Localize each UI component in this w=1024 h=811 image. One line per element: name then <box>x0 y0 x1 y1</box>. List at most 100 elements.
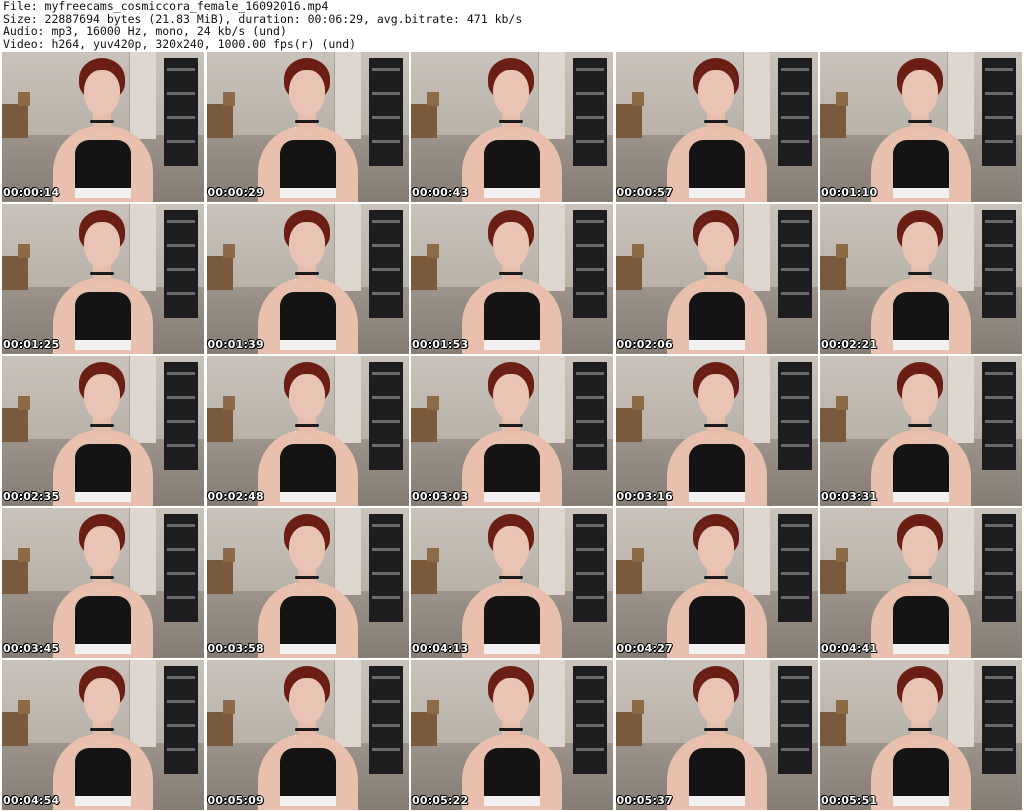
thumbnail-timestamp: 00:05:22 <box>412 794 469 807</box>
thumbnail-timestamp: 00:03:16 <box>616 490 673 503</box>
thumbnail-box <box>820 396 848 442</box>
person-face <box>493 70 529 116</box>
audio-info-line: Audio: mp3, 16000 Hz, mono, 24 kb/s (und… <box>3 24 287 38</box>
video-thumbnail: 00:00:14 <box>2 52 204 202</box>
person-top-band <box>279 492 336 502</box>
person-top-band <box>688 340 745 350</box>
thumbnail-shelf <box>573 514 607 622</box>
person-face <box>902 222 938 268</box>
person-face <box>697 222 734 268</box>
video-thumbnail: 00:03:16 <box>615 356 818 506</box>
thumbnail-timestamp: 00:00:57 <box>616 186 673 199</box>
thumbnail-person <box>861 210 981 354</box>
thumbnail-person <box>43 58 163 202</box>
person-top-band <box>484 644 540 654</box>
thumbnail-timestamp: 00:02:48 <box>207 490 264 503</box>
video-thumbnail: 00:00:29 <box>206 52 409 202</box>
person-face <box>902 374 938 420</box>
thumbnail-box <box>615 396 644 442</box>
thumbnail-box <box>206 92 235 138</box>
person-choker <box>90 120 114 123</box>
thumbnail-timestamp: 00:03:31 <box>821 490 878 503</box>
person-choker <box>90 272 114 275</box>
thumbnail-box <box>411 548 439 594</box>
thumbnail-shelf <box>573 362 607 470</box>
thumbnail-box <box>206 396 235 442</box>
thumbnail-timestamp: 00:01:25 <box>3 338 60 351</box>
thumbnail-person <box>248 666 368 810</box>
thumbnail-person <box>657 514 777 658</box>
thumbnail-box <box>2 700 30 746</box>
person-face <box>84 678 120 724</box>
thumbnail-shelf <box>777 514 812 622</box>
thumbnail-box <box>615 700 644 746</box>
thumbnail-timestamp: 00:00:14 <box>3 186 60 199</box>
thumbnail-box <box>615 548 644 594</box>
video-thumbnail: 00:04:54 <box>2 660 204 810</box>
thumbnail-person <box>657 58 777 202</box>
thumbnail-timestamp: 00:01:53 <box>412 338 469 351</box>
person-face <box>697 374 734 420</box>
person-choker <box>703 120 728 123</box>
thumbnail-person <box>861 362 981 506</box>
thumbnail-shelf <box>573 210 607 318</box>
person-top-band <box>279 340 336 350</box>
thumbnail-person <box>248 514 368 658</box>
thumbnail-timestamp: 00:02:35 <box>3 490 60 503</box>
person-choker <box>908 272 932 275</box>
thumbnail-person <box>452 58 572 202</box>
thumbnail-box <box>2 92 30 138</box>
person-choker <box>499 576 523 579</box>
person-face <box>493 526 529 572</box>
person-face <box>288 374 325 420</box>
person-top-band <box>893 340 949 350</box>
thumbnail-shelf <box>368 58 403 166</box>
video-thumbnail: 00:00:43 <box>411 52 613 202</box>
thumbnail-timestamp: 00:01:10 <box>821 186 878 199</box>
video-thumbnail: 00:02:48 <box>206 356 409 506</box>
video-thumbnail: 00:03:03 <box>411 356 613 506</box>
thumbnail-person <box>861 58 981 202</box>
thumbnail-box <box>820 92 848 138</box>
thumbnail-box <box>206 244 235 290</box>
thumbnail-person <box>248 210 368 354</box>
person-top-band <box>279 796 336 806</box>
thumbnail-shelf <box>573 666 607 774</box>
person-face <box>84 222 120 268</box>
thumbnail-timestamp: 00:02:06 <box>616 338 673 351</box>
video-thumbnail: 00:05:09 <box>206 660 409 810</box>
thumbnail-person <box>43 362 163 506</box>
thumbnail-shelf <box>164 210 198 318</box>
person-top-band <box>484 492 540 502</box>
person-choker <box>499 120 523 123</box>
person-top-band <box>893 492 949 502</box>
person-face <box>84 526 120 572</box>
thumbnail-timestamp: 00:02:21 <box>821 338 878 351</box>
person-choker <box>703 424 728 427</box>
person-top-band <box>688 188 745 198</box>
thumbnail-person <box>452 666 572 810</box>
thumbnail-box <box>820 548 848 594</box>
person-top-band <box>279 188 336 198</box>
thumbnail-box <box>2 396 30 442</box>
person-choker <box>908 728 932 731</box>
thumbnail-timestamp: 00:05:09 <box>207 794 264 807</box>
thumbnail-shelf <box>982 210 1016 318</box>
file-name-line: File: myfreecams_cosmiccora_female_16092… <box>3 0 329 13</box>
person-face <box>84 374 120 420</box>
thumbnail-shelf <box>368 666 403 774</box>
person-choker <box>294 120 319 123</box>
thumbnail-person <box>452 210 572 354</box>
video-thumbnail: 00:03:45 <box>2 508 204 658</box>
thumbnail-timestamp: 00:00:43 <box>412 186 469 199</box>
person-top-band <box>75 340 131 350</box>
thumbnail-timestamp: 00:04:13 <box>412 642 469 655</box>
person-face <box>697 678 734 724</box>
thumbnail-shelf <box>777 666 812 774</box>
thumbnail-shelf <box>982 362 1016 470</box>
video-thumbnail: 00:04:27 <box>615 508 818 658</box>
person-face <box>493 222 529 268</box>
thumbnail-timestamp: 00:00:29 <box>207 186 264 199</box>
person-top-band <box>484 796 540 806</box>
video-thumbnail: 00:04:41 <box>820 508 1022 658</box>
